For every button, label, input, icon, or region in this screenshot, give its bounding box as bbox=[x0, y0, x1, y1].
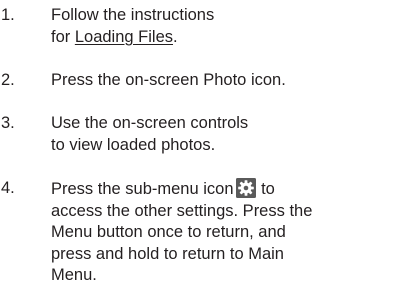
step-line: Follow the instructions bbox=[51, 6, 215, 24]
step-line: to view loaded photos. bbox=[51, 135, 216, 154]
step-line: Menu. bbox=[51, 266, 97, 284]
step-line: Press the on-screen Photo icon. bbox=[51, 71, 286, 89]
step-line: Press the sub-menu icon to bbox=[51, 178, 397, 201]
gear-submenu-icon bbox=[235, 178, 256, 198]
step-text: Follow the instructions for Loading File… bbox=[51, 5, 397, 48]
step-number: 1. bbox=[1, 6, 15, 24]
step-text-suffix: . bbox=[173, 27, 178, 46]
step-text: Use the on-screen controls to view loade… bbox=[51, 113, 397, 156]
step-line: Use the on-screen controls bbox=[51, 114, 249, 132]
step-number: 3. bbox=[1, 114, 15, 132]
step-text-prefix: for bbox=[51, 27, 75, 46]
step-line: press and hold to return to Main bbox=[51, 244, 284, 263]
step-text-suffix: to bbox=[256, 180, 275, 198]
step-line: Menu button once to return, and bbox=[51, 223, 286, 241]
loading-files-link[interactable]: Loading Files bbox=[75, 28, 173, 46]
step-text: Press the sub-menu icon to access the ot… bbox=[51, 178, 397, 287]
step-line: access the other settings. Press the bbox=[51, 201, 313, 220]
step-line: for Loading Files. bbox=[51, 27, 397, 49]
step-number: 2. bbox=[1, 71, 15, 89]
step-number: 4. bbox=[1, 179, 15, 197]
step-text-prefix: Press the sub-menu icon bbox=[51, 180, 234, 198]
step-text: Press the on-screen Photo icon. bbox=[51, 70, 397, 92]
